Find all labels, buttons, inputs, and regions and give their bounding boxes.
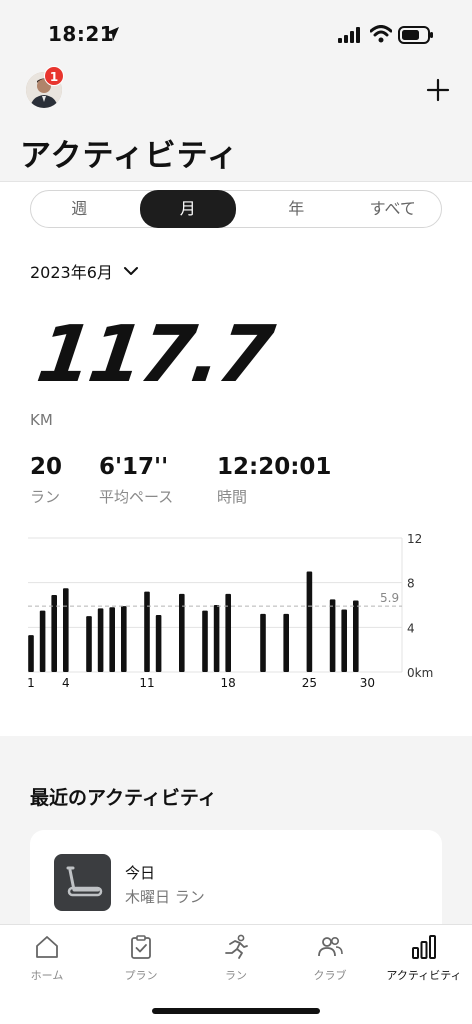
x-tick-label: 18 xyxy=(221,676,236,690)
x-tick-label: 11 xyxy=(139,676,154,690)
bar xyxy=(155,615,162,672)
signal-icon xyxy=(338,27,360,43)
battery-icon xyxy=(398,26,433,44)
clipboard-check-icon xyxy=(131,935,151,959)
bar xyxy=(202,610,208,672)
tab-year[interactable]: 年 xyxy=(248,191,345,227)
distance-unit: KM xyxy=(30,411,53,429)
bar xyxy=(341,609,347,672)
bar xyxy=(329,599,336,672)
tab-all[interactable]: すべて xyxy=(345,191,442,227)
stat-runs-value: 20 xyxy=(30,454,63,480)
bar xyxy=(144,591,150,672)
activity-day: 今日 xyxy=(125,864,156,882)
header: 1 アクティビティ xyxy=(0,66,472,182)
bar xyxy=(213,605,220,672)
bar xyxy=(225,593,231,672)
stat-time: 12:20:01 時間 xyxy=(217,454,331,507)
plus-icon[interactable] xyxy=(426,78,450,102)
bar xyxy=(63,588,69,672)
y-tick-label: 0km xyxy=(407,666,433,680)
bar xyxy=(306,571,313,672)
home-indicator xyxy=(152,1008,320,1014)
stat-runs: 20 ラン xyxy=(30,454,62,507)
tab-plan-label: プラン xyxy=(124,969,158,982)
bar xyxy=(353,600,359,672)
tab-month[interactable]: 月 xyxy=(139,190,236,228)
y-tick-label: 8 xyxy=(407,577,415,591)
activity-subtitle: 木曜日 ラン xyxy=(125,888,205,906)
average-label: 5.9 xyxy=(380,591,399,605)
people-icon xyxy=(318,937,343,957)
bar xyxy=(86,616,92,672)
stat-runs-label: ラン xyxy=(30,488,61,506)
page-title: アクティビティ xyxy=(20,138,239,174)
tab-club[interactable]: クラブ xyxy=(283,933,377,983)
tab-home[interactable]: ホーム xyxy=(0,933,94,983)
bar xyxy=(179,593,185,672)
total-distance: 117.7 xyxy=(31,310,277,400)
tab-activity[interactable]: アクティビティ xyxy=(377,933,471,983)
tab-week[interactable]: 週 xyxy=(31,191,128,227)
tab-plan[interactable]: プラン xyxy=(94,933,188,983)
period-segmented-control: 週 月 年 すべて xyxy=(30,190,442,228)
stat-time-value: 12:20:01 xyxy=(217,454,332,480)
stat-time-label: 時間 xyxy=(217,488,248,506)
monthly-distance-chart: 0km 4 8 12 5.9 1 4 11 18 25 30 xyxy=(0,530,472,700)
runner-icon xyxy=(225,934,248,959)
notification-badge: 1 xyxy=(44,66,64,86)
status-bar: 18:21 xyxy=(0,0,472,66)
y-tick-label: 4 xyxy=(407,621,415,635)
date-selector-label: 2023年6月 xyxy=(30,263,113,282)
chevron-down-icon xyxy=(123,267,138,275)
bar xyxy=(97,608,104,672)
x-tick-label: 4 xyxy=(62,676,70,690)
bar xyxy=(109,607,115,672)
bar xyxy=(260,613,266,672)
tab-club-label: クラブ xyxy=(313,969,347,982)
recent-activities-title: 最近のアクティビティ xyxy=(30,787,217,809)
wifi-icon xyxy=(370,25,392,43)
x-tick-label: 30 xyxy=(360,676,375,690)
location-arrow-icon xyxy=(105,27,119,41)
stat-pace-value: 6'17'' xyxy=(99,454,169,480)
tab-activity-label: アクティビティ xyxy=(386,969,462,982)
stat-pace: 6'17'' 平均ペース xyxy=(99,454,173,507)
tab-home-label: ホーム xyxy=(30,969,64,982)
date-selector[interactable]: 2023年6月 xyxy=(30,259,139,283)
home-icon xyxy=(36,936,58,958)
stat-pace-label: 平均ペース xyxy=(99,488,174,506)
treadmill-icon xyxy=(66,866,103,897)
y-tick-label: 12 xyxy=(407,532,422,546)
treadmill-thumbnail xyxy=(54,854,111,911)
tab-run[interactable]: ラン xyxy=(189,933,283,983)
bar xyxy=(28,635,34,672)
bar xyxy=(39,610,46,672)
x-tick-label: 25 xyxy=(302,676,317,690)
x-tick-label: 1 xyxy=(27,676,35,690)
tab-run-label: ラン xyxy=(225,969,247,982)
bar-chart-icon xyxy=(412,935,436,959)
bar xyxy=(121,606,127,672)
chart-svg: 0km 4 8 12 5.9 1 4 11 18 25 30 xyxy=(27,532,433,690)
bar xyxy=(283,613,289,672)
